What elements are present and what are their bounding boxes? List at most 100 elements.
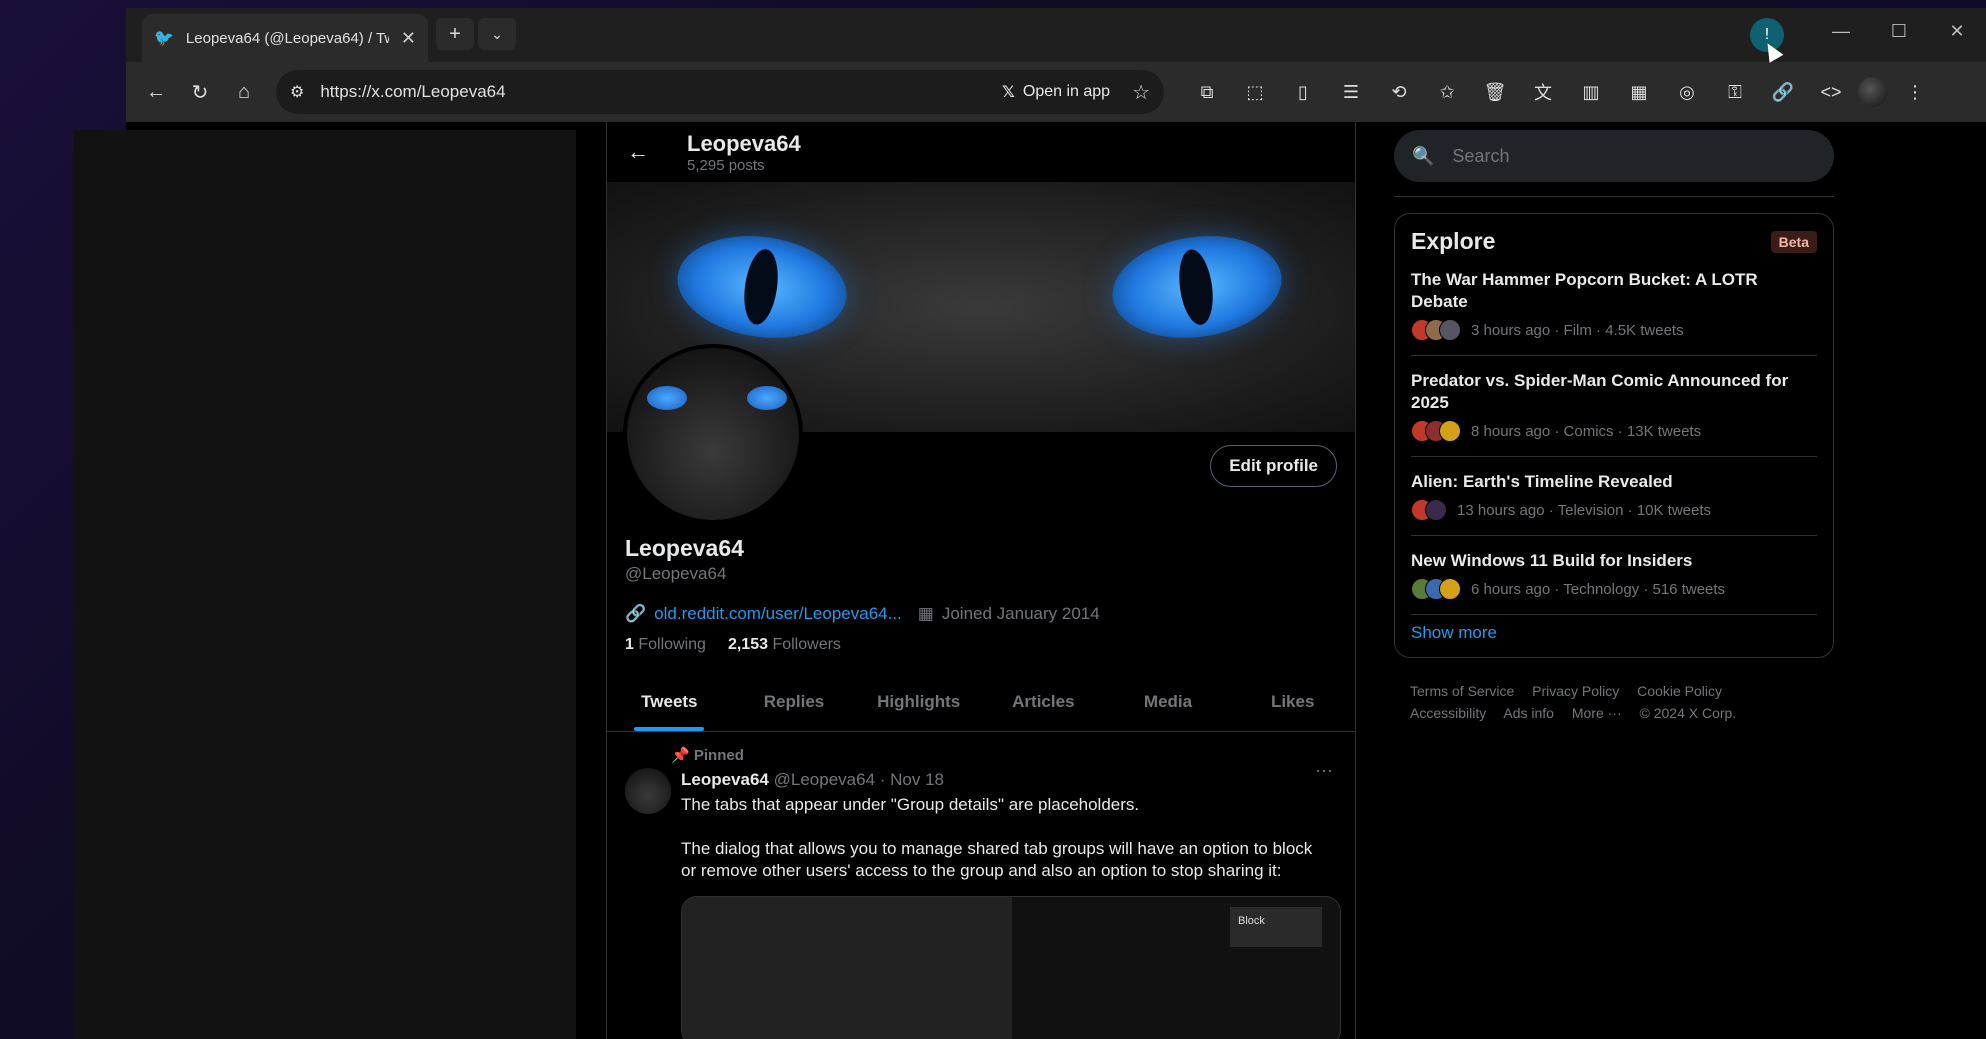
- pin-icon: 📌: [671, 747, 690, 764]
- following-label: Following: [638, 636, 706, 653]
- extensions-icon[interactable]: ⧉: [1186, 70, 1228, 114]
- tab-highlights[interactable]: Highlights: [856, 672, 981, 731]
- back-icon[interactable]: ←: [134, 70, 178, 114]
- link-icon[interactable]: 🔗: [1762, 70, 1804, 114]
- story-meta: 6 hours ago · Technology · 516 tweets: [1411, 578, 1817, 600]
- split-screen-icon[interactable]: ▥: [1570, 70, 1612, 114]
- menu-icon[interactable]: ⋮: [1894, 70, 1936, 114]
- tab-articles[interactable]: Articles: [981, 672, 1106, 731]
- explore-story[interactable]: Predator vs. Spider-Man Comic Announced …: [1411, 356, 1817, 457]
- tweet-header: Leopeva64 @Leopeva64 · Nov 18: [681, 770, 1337, 790]
- privacy-link[interactable]: Privacy Policy: [1532, 683, 1619, 699]
- trash-icon[interactable]: 🗑: [1474, 70, 1516, 114]
- tab-likes[interactable]: Likes: [1230, 672, 1355, 731]
- story-avatars: [1411, 420, 1461, 442]
- profile-avatar-icon[interactable]: [1858, 77, 1888, 107]
- followers-count: 2,153: [727, 636, 768, 653]
- media-block-label: Block: [1230, 907, 1322, 947]
- address-bar[interactable]: ⚙ https://x.com/Leopeva64 𝕏 Open in app …: [276, 70, 1164, 114]
- explore-story[interactable]: New Windows 11 Build for Insiders 6 hour…: [1411, 536, 1817, 615]
- explore-story[interactable]: The War Hammer Popcorn Bucket: A LOTR De…: [1411, 255, 1817, 356]
- beta-badge: Beta: [1770, 230, 1817, 253]
- following-link[interactable]: 1 Following: [625, 636, 706, 654]
- open-in-app-label: Open in app: [1022, 83, 1111, 100]
- tweet-avatar[interactable]: [625, 768, 671, 814]
- open-in-app-button[interactable]: 𝕏 Open in app: [1002, 82, 1110, 102]
- profile-tabs: Tweets Replies Highlights Articles Media…: [607, 672, 1355, 732]
- home-icon[interactable]: ⌂: [222, 70, 266, 114]
- page-viewport: ← Leopeva64 5,295 posts Edit profile Leo…: [74, 122, 1986, 1039]
- explore-panel: Explore Beta The War Hammer Popcorn Buck…: [1394, 213, 1834, 658]
- profile-stats: 1 Following 2,153 Followers: [625, 636, 841, 654]
- header-name: Leopeva64: [687, 130, 801, 156]
- explore-story[interactable]: Alien: Earth's Timeline Revealed 13 hour…: [1411, 457, 1817, 536]
- passwords-icon[interactable]: ⚿: [1714, 70, 1756, 114]
- tweet-media[interactable]: Block: [681, 896, 1341, 1039]
- more-link[interactable]: More ···: [1572, 705, 1622, 721]
- reading-view-icon[interactable]: ▯: [1282, 70, 1324, 114]
- minimize-icon[interactable]: —: [1812, 8, 1870, 54]
- tab-list-button[interactable]: ⌄: [478, 18, 516, 50]
- divider: [1394, 196, 1834, 197]
- close-window-icon[interactable]: ✕: [1928, 8, 1986, 54]
- joined-date: Joined January 2014: [941, 604, 1100, 623]
- tweet-author[interactable]: Leopeva64: [681, 770, 769, 789]
- back-arrow-icon[interactable]: ←: [627, 139, 667, 165]
- banner-eye-right: [1105, 225, 1289, 349]
- pinned-tweet[interactable]: 📌 Pinned ··· Leopeva64 @Leopeva64 · Nov …: [607, 740, 1355, 1039]
- history-icon[interactable]: ⟲: [1378, 70, 1420, 114]
- followers-label: Followers: [772, 636, 841, 653]
- story-avatars: [1411, 319, 1461, 341]
- edit-profile-button[interactable]: Edit profile: [1210, 445, 1337, 487]
- site-settings-icon[interactable]: ⚙: [290, 82, 304, 102]
- reload-icon[interactable]: ↻: [178, 70, 222, 114]
- profile-meta: 🔗 old.reddit.com/user/Leopeva64... ▦ Joi…: [625, 604, 1100, 624]
- favorites-icon[interactable]: ✩: [1426, 70, 1468, 114]
- story-meta: 8 hours ago · Comics · 13K tweets: [1411, 420, 1817, 442]
- story-title: Predator vs. Spider-Man Comic Announced …: [1411, 371, 1789, 412]
- new-tab-button[interactable]: +: [436, 18, 474, 50]
- workspaces-icon[interactable]: ◎: [1666, 70, 1708, 114]
- x-logo-icon: 𝕏: [1001, 84, 1015, 101]
- twitter-bird-icon: 🐦: [154, 30, 174, 47]
- close-icon[interactable]: ✕: [401, 28, 416, 49]
- story-meta: 3 hours ago · Film · 4.5K tweets: [1411, 319, 1817, 341]
- accessibility-link[interactable]: Accessibility: [1410, 705, 1486, 721]
- explore-title: Explore: [1411, 228, 1496, 254]
- collections-icon[interactable]: ▦: [1618, 70, 1660, 114]
- tab-title: Leopeva64 (@Leopeva64) / Twi: [185, 29, 389, 47]
- story-title: New Windows 11 Build for Insiders: [1411, 551, 1693, 570]
- profile-website-link[interactable]: old.reddit.com/user/Leopeva64...: [654, 604, 902, 624]
- story-avatars: [1411, 499, 1447, 521]
- tab-replies[interactable]: Replies: [732, 672, 857, 731]
- avatar-eye-left: [647, 386, 687, 410]
- followers-link[interactable]: 2,153 Followers: [728, 636, 841, 654]
- browser-window: 🐦 Leopeva64 (@Leopeva64) / Twi ✕ + ⌄ ! —…: [74, 8, 1986, 1039]
- tweet-paragraph-2: The dialog that allows you to manage sha…: [681, 839, 1313, 880]
- story-title: The War Hammer Popcorn Bucket: A LOTR De…: [1411, 270, 1758, 311]
- avatar-eye-right: [747, 386, 787, 410]
- ads-info-link[interactable]: Ads info: [1503, 705, 1554, 721]
- browser-toolbar: ← ↻ ⌂ ⚙ https://x.com/Leopeva64 𝕏 Open i…: [126, 62, 1986, 122]
- search-icon: 🔍: [1412, 145, 1435, 166]
- reading-list-icon[interactable]: ☰: [1330, 70, 1372, 114]
- dev-tools-icon[interactable]: <>: [1810, 70, 1852, 114]
- profile-avatar[interactable]: [623, 344, 803, 524]
- maximize-icon[interactable]: ☐: [1870, 8, 1928, 54]
- show-more-link[interactable]: Show more: [1411, 623, 1817, 643]
- terms-link[interactable]: Terms of Service: [1410, 683, 1514, 699]
- more-options-icon[interactable]: ···: [1315, 760, 1333, 781]
- cookie-link[interactable]: Cookie Policy: [1637, 683, 1722, 699]
- tweet-paragraph-1: The tabs that appear under "Group detail…: [681, 795, 1140, 814]
- left-panel: [74, 130, 576, 1039]
- story-meta-text: 8 hours ago · Comics · 13K tweets: [1471, 422, 1702, 440]
- tab-media[interactable]: Media: [1106, 672, 1231, 731]
- browser-tab[interactable]: 🐦 Leopeva64 (@Leopeva64) / Twi ✕: [142, 14, 428, 62]
- favorite-star-icon[interactable]: ☆: [1132, 80, 1150, 105]
- screenshot-icon[interactable]: ⬚: [1234, 70, 1276, 114]
- story-meta-text: 6 hours ago · Technology · 516 tweets: [1471, 580, 1726, 598]
- tab-tweets[interactable]: Tweets: [607, 672, 732, 731]
- translate-icon[interactable]: 文: [1522, 70, 1564, 114]
- profile-display-name: Leopeva64: [625, 535, 744, 561]
- search-input[interactable]: 🔍 Search: [1394, 130, 1834, 182]
